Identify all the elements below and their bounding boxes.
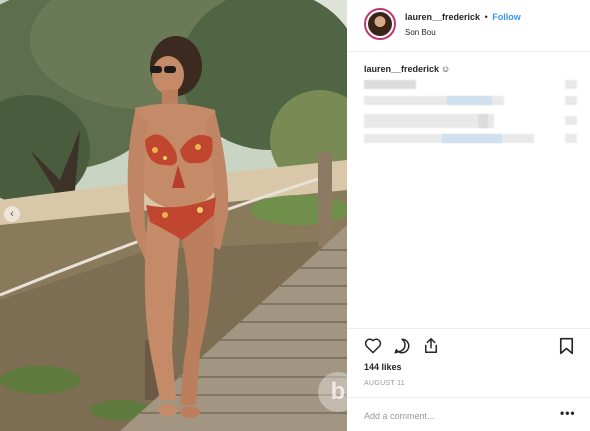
username-link[interactable]: lauren__frederick — [405, 12, 480, 22]
follow-button[interactable]: Follow — [492, 12, 521, 22]
comment-bar: ••• — [347, 397, 590, 431]
caption-username[interactable]: lauren__frederick — [364, 64, 439, 74]
blurred-text — [478, 114, 488, 128]
post-image — [0, 0, 347, 431]
avatar-image — [368, 12, 392, 36]
blurred-text — [565, 80, 577, 89]
blurred-text — [565, 116, 577, 125]
location-link[interactable]: Son Bou — [405, 28, 436, 37]
blurred-text — [565, 134, 577, 143]
post-date: AUGUST 11 — [364, 380, 405, 387]
post-header: lauren__frederick • Follow Son Bou — [347, 0, 590, 52]
bookmark-icon[interactable] — [559, 337, 574, 355]
caption: lauren__frederick ☺ — [364, 64, 450, 74]
likes-count[interactable]: 144 likes — [364, 362, 402, 372]
avatar[interactable] — [364, 8, 396, 40]
blurred-text — [565, 96, 577, 105]
share-icon[interactable] — [422, 336, 440, 355]
actions-divider — [347, 328, 590, 329]
caption-emoji: ☺ — [441, 64, 451, 74]
chevron-left-icon[interactable]: ‹ — [4, 206, 20, 222]
post-side-panel: lauren__frederick • Follow Son Bou laure… — [347, 0, 590, 431]
blurred-link — [447, 96, 492, 105]
blurred-link — [442, 134, 502, 143]
separator-dot: • — [484, 12, 488, 22]
comment-input[interactable] — [364, 409, 549, 423]
more-options-icon[interactable]: ••• — [560, 406, 576, 420]
post-photo[interactable]: ‹ b — [0, 0, 347, 431]
blurred-text — [364, 80, 416, 89]
header-line: lauren__frederick • Follow — [405, 12, 521, 22]
comment-icon[interactable] — [393, 337, 411, 355]
heart-icon[interactable] — [364, 337, 382, 354]
blurred-text — [364, 114, 494, 128]
